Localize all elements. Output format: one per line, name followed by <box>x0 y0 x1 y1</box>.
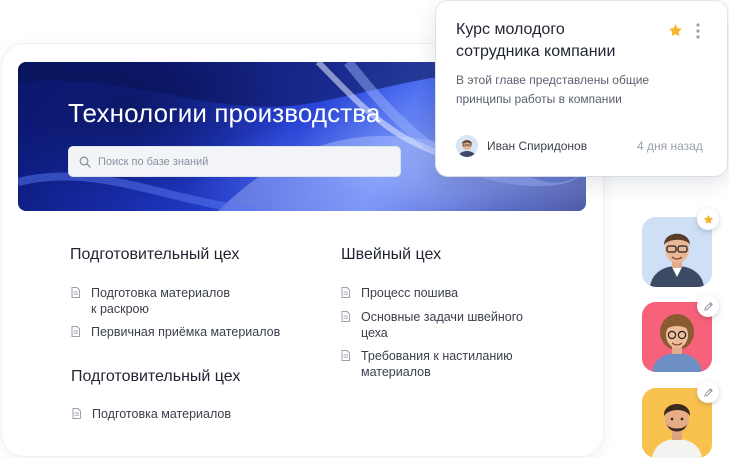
doc-link-label: Первичная приёмка материалов <box>91 325 281 339</box>
section-title-sewing-shop: Швейный цех <box>341 246 442 263</box>
document-icon <box>71 287 80 298</box>
doc-link-label: Процесс пошива <box>361 286 459 300</box>
doc-link-label: Подготовка материалов <box>91 286 230 300</box>
course-card[interactable]: Курс молодого сотрудника компании В этой… <box>436 1 727 176</box>
favorite-badge <box>697 208 719 230</box>
search-bar[interactable] <box>68 146 401 177</box>
author-avatar <box>456 135 478 157</box>
document-icon <box>341 350 350 361</box>
pencil-icon <box>703 301 713 311</box>
star-icon <box>703 214 713 224</box>
course-description: В этой главе представлены общие принципы… <box>456 71 686 109</box>
edit-badge[interactable] <box>697 381 719 403</box>
doc-link-label: Требования к настиланию <box>361 349 513 363</box>
section-title-prep-shop: Подготовительный цех <box>70 246 240 263</box>
section-title-prep-shop-2: Подготовительный цех <box>71 368 241 385</box>
doc-link-prep-materials-cutting[interactable]: Подготовка материалов к раскрою <box>71 285 230 317</box>
document-icon <box>341 287 350 298</box>
edit-badge[interactable] <box>697 295 719 317</box>
search-input[interactable] <box>98 155 388 168</box>
doc-link-sewing-tasks[interactable]: Основные задачи швейного цеха <box>341 309 523 341</box>
star-icon[interactable] <box>668 23 683 38</box>
doc-link-spreading-requirements[interactable]: Требования к настиланию материалов <box>341 348 513 380</box>
doc-link-prep-materials[interactable]: Подготовка материалов <box>72 406 231 422</box>
document-icon <box>72 408 81 419</box>
course-timestamp: 4 дня назад <box>637 139 703 153</box>
doc-link-primary-acceptance[interactable]: Первичная приёмка материалов <box>71 324 280 340</box>
person-portrait-icon <box>456 135 478 157</box>
course-title: Курс молодого сотрудника компании <box>456 19 656 63</box>
author-name: Иван Спиридонов <box>487 139 588 153</box>
doc-link-label: цеха <box>361 326 388 340</box>
document-icon <box>341 311 350 322</box>
course-description-line: В этой главе представлены общие <box>456 73 650 87</box>
course-title-line: сотрудника компании <box>456 43 616 60</box>
more-vertical-icon[interactable] <box>696 23 700 39</box>
doc-link-label: Подготовка материалов <box>92 407 231 421</box>
course-description-line: принципы работы в компании <box>456 92 622 106</box>
doc-link-label: Основные задачи швейного <box>361 310 523 324</box>
course-title-line: Курс молодого <box>456 21 565 38</box>
pencil-icon <box>703 387 713 397</box>
doc-link-sewing-process[interactable]: Процесс пошива <box>341 285 458 301</box>
doc-link-label: материалов <box>361 365 431 379</box>
search-icon <box>79 156 91 168</box>
page-title: Технологии производства <box>68 98 381 128</box>
doc-link-label: к раскрою <box>91 302 149 316</box>
document-icon <box>71 326 80 337</box>
